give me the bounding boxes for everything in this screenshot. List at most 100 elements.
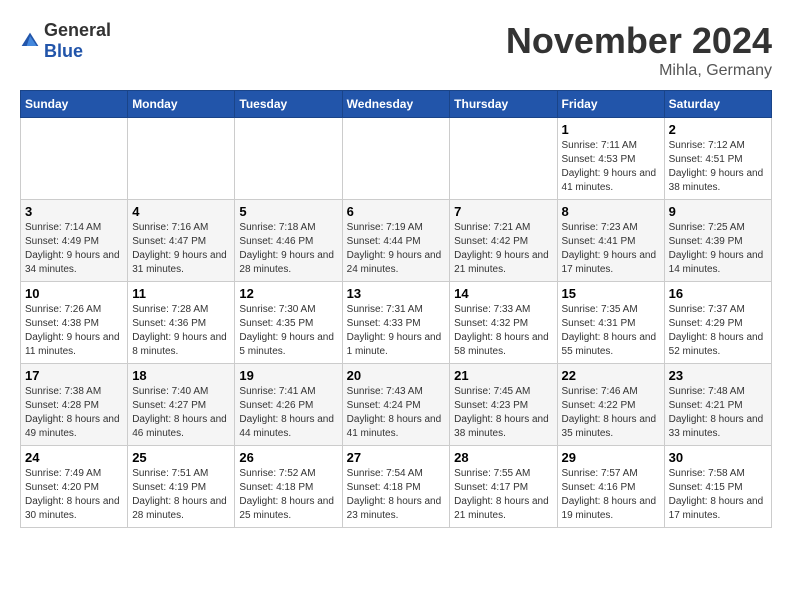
calendar-cell: 27 Sunrise: 7:54 AM Sunset: 4:18 PM Dayli…: [342, 446, 450, 528]
calendar-cell: 19 Sunrise: 7:41 AM Sunset: 4:26 PM Dayli…: [235, 364, 342, 446]
day-number: 3: [25, 204, 123, 219]
day-number: 2: [669, 122, 767, 137]
day-number: 19: [239, 368, 337, 383]
weekday-header-tuesday: Tuesday: [235, 91, 342, 118]
calendar-cell: 28 Sunrise: 7:55 AM Sunset: 4:17 PM Dayli…: [450, 446, 557, 528]
calendar-cell: [235, 118, 342, 200]
month-title: November 2024: [506, 20, 772, 62]
day-number: 7: [454, 204, 552, 219]
day-info: Sunrise: 7:46 AM Sunset: 4:22 PM Dayligh…: [562, 385, 660, 441]
weekday-header-sunday: Sunday: [21, 91, 128, 118]
day-number: 13: [347, 286, 446, 301]
calendar-cell: 12 Sunrise: 7:30 AM Sunset: 4:35 PM Dayli…: [235, 282, 342, 364]
calendar-cell: 8 Sunrise: 7:23 AM Sunset: 4:41 PM Daylig…: [557, 200, 664, 282]
calendar-cell: 24 Sunrise: 7:49 AM Sunset: 4:20 PM Dayli…: [21, 446, 128, 528]
calendar-cell: 15Sunrise: 7:35 AM Sunset: 4:31 PM Dayli…: [557, 282, 664, 364]
day-number: 20: [347, 368, 446, 383]
page-header: General Blue November 2024 Mihla, German…: [20, 20, 772, 80]
calendar-cell: 10 Sunrise: 7:26 AM Sunset: 4:38 PM Dayli…: [21, 282, 128, 364]
day-number: 23: [669, 368, 767, 383]
day-number: 29: [562, 450, 660, 465]
calendar-week-row: 1Sunrise: 7:11 AM Sunset: 4:53 PM Daylig…: [21, 118, 772, 200]
calendar-week-row: 17 Sunrise: 7:38 AM Sunset: 4:28 PM Dayli…: [21, 364, 772, 446]
weekday-header-row: SundayMondayTuesdayWednesdayThursdayFrid…: [21, 91, 772, 118]
day-info: Sunrise: 7:52 AM Sunset: 4:18 PM Dayligh…: [239, 467, 337, 523]
day-number: 28: [454, 450, 552, 465]
day-info: Sunrise: 7:30 AM Sunset: 4:35 PM Dayligh…: [239, 303, 337, 359]
calendar-cell: [128, 118, 235, 200]
day-info: Sunrise: 7:40 AM Sunset: 4:27 PM Dayligh…: [132, 385, 230, 441]
day-info: Sunrise: 7:51 AM Sunset: 4:19 PM Dayligh…: [132, 467, 230, 523]
day-info: Sunrise: 7:54 AM Sunset: 4:18 PM Dayligh…: [347, 467, 446, 523]
calendar-cell: 20 Sunrise: 7:43 AM Sunset: 4:24 PM Dayli…: [342, 364, 450, 446]
day-number: 11: [132, 286, 230, 301]
day-number: 25: [132, 450, 230, 465]
day-number: 18: [132, 368, 230, 383]
day-number: 6: [347, 204, 446, 219]
day-info: Sunrise: 7:41 AM Sunset: 4:26 PM Dayligh…: [239, 385, 337, 441]
logo-icon: [20, 31, 40, 51]
logo: General Blue: [20, 20, 111, 62]
day-info: Sunrise: 7:43 AM Sunset: 4:24 PM Dayligh…: [347, 385, 446, 441]
calendar-cell: 6 Sunrise: 7:19 AM Sunset: 4:44 PM Daylig…: [342, 200, 450, 282]
calendar-cell: 23 Sunrise: 7:48 AM Sunset: 4:21 PM Dayli…: [664, 364, 771, 446]
calendar-cell: 7Sunrise: 7:21 AM Sunset: 4:42 PM Daylig…: [450, 200, 557, 282]
day-number: 26: [239, 450, 337, 465]
day-number: 22: [562, 368, 660, 383]
day-number: 24: [25, 450, 123, 465]
logo-general: General: [44, 20, 111, 40]
day-number: 16: [669, 286, 767, 301]
calendar-cell: 30 Sunrise: 7:58 AM Sunset: 4:15 PM Dayli…: [664, 446, 771, 528]
day-number: 15: [562, 286, 660, 301]
day-number: 5: [239, 204, 337, 219]
calendar-cell: 18 Sunrise: 7:40 AM Sunset: 4:27 PM Dayli…: [128, 364, 235, 446]
day-info: Sunrise: 7:49 AM Sunset: 4:20 PM Dayligh…: [25, 467, 123, 523]
calendar-cell: 1Sunrise: 7:11 AM Sunset: 4:53 PM Daylig…: [557, 118, 664, 200]
day-info: Sunrise: 7:33 AM Sunset: 4:32 PM Dayligh…: [454, 303, 552, 359]
day-info: Sunrise: 7:45 AM Sunset: 4:23 PM Dayligh…: [454, 385, 552, 441]
calendar-cell: 14 Sunrise: 7:33 AM Sunset: 4:32 PM Dayli…: [450, 282, 557, 364]
weekday-header-friday: Friday: [557, 91, 664, 118]
calendar-cell: 26 Sunrise: 7:52 AM Sunset: 4:18 PM Dayli…: [235, 446, 342, 528]
day-info: Sunrise: 7:28 AM Sunset: 4:36 PM Dayligh…: [132, 303, 230, 359]
calendar-cell: 3 Sunrise: 7:14 AM Sunset: 4:49 PM Daylig…: [21, 200, 128, 282]
calendar-cell: 22 Sunrise: 7:46 AM Sunset: 4:22 PM Dayli…: [557, 364, 664, 446]
calendar-cell: 25 Sunrise: 7:51 AM Sunset: 4:19 PM Dayli…: [128, 446, 235, 528]
weekday-header-monday: Monday: [128, 91, 235, 118]
day-number: 14: [454, 286, 552, 301]
day-number: 12: [239, 286, 337, 301]
day-info: Sunrise: 7:12 AM Sunset: 4:51 PM Dayligh…: [669, 139, 767, 195]
day-info: Sunrise: 7:58 AM Sunset: 4:15 PM Dayligh…: [669, 467, 767, 523]
day-info: Sunrise: 7:16 AM Sunset: 4:47 PM Dayligh…: [132, 221, 230, 277]
day-info: Sunrise: 7:19 AM Sunset: 4:44 PM Dayligh…: [347, 221, 446, 277]
location-title: Mihla, Germany: [506, 62, 772, 80]
logo-blue: Blue: [44, 41, 83, 61]
day-number: 4: [132, 204, 230, 219]
day-number: 30: [669, 450, 767, 465]
day-info: Sunrise: 7:26 AM Sunset: 4:38 PM Dayligh…: [25, 303, 123, 359]
calendar-table: SundayMondayTuesdayWednesdayThursdayFrid…: [20, 90, 772, 528]
day-info: Sunrise: 7:11 AM Sunset: 4:53 PM Dayligh…: [562, 139, 660, 195]
calendar-week-row: 24 Sunrise: 7:49 AM Sunset: 4:20 PM Dayli…: [21, 446, 772, 528]
calendar-cell: [342, 118, 450, 200]
day-info: Sunrise: 7:38 AM Sunset: 4:28 PM Dayligh…: [25, 385, 123, 441]
day-info: Sunrise: 7:48 AM Sunset: 4:21 PM Dayligh…: [669, 385, 767, 441]
day-info: Sunrise: 7:37 AM Sunset: 4:29 PM Dayligh…: [669, 303, 767, 359]
calendar-cell: 5Sunrise: 7:18 AM Sunset: 4:46 PM Daylig…: [235, 200, 342, 282]
day-number: 21: [454, 368, 552, 383]
title-area: November 2024 Mihla, Germany: [506, 20, 772, 80]
day-info: Sunrise: 7:55 AM Sunset: 4:17 PM Dayligh…: [454, 467, 552, 523]
day-number: 10: [25, 286, 123, 301]
calendar-week-row: 3 Sunrise: 7:14 AM Sunset: 4:49 PM Daylig…: [21, 200, 772, 282]
day-number: 27: [347, 450, 446, 465]
day-number: 9: [669, 204, 767, 219]
day-info: Sunrise: 7:23 AM Sunset: 4:41 PM Dayligh…: [562, 221, 660, 277]
day-info: Sunrise: 7:57 AM Sunset: 4:16 PM Dayligh…: [562, 467, 660, 523]
day-number: 17: [25, 368, 123, 383]
calendar-cell: 9Sunrise: 7:25 AM Sunset: 4:39 PM Daylig…: [664, 200, 771, 282]
day-number: 8: [562, 204, 660, 219]
calendar-week-row: 10 Sunrise: 7:26 AM Sunset: 4:38 PM Dayli…: [21, 282, 772, 364]
day-info: Sunrise: 7:14 AM Sunset: 4:49 PM Dayligh…: [25, 221, 123, 277]
calendar-cell: 13Sunrise: 7:31 AM Sunset: 4:33 PM Dayli…: [342, 282, 450, 364]
calendar-cell: 4 Sunrise: 7:16 AM Sunset: 4:47 PM Daylig…: [128, 200, 235, 282]
